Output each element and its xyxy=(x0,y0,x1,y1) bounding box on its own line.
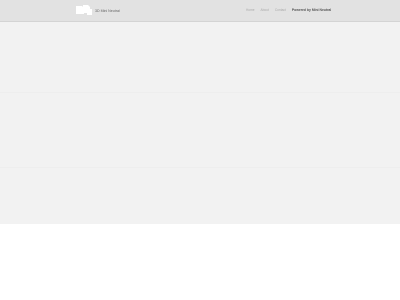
main-nav: Home About Contact Powered by Mini Neutr… xyxy=(246,8,331,14)
brand-name: 3D Mini Neutral xyxy=(95,9,120,14)
hero-divider xyxy=(0,92,400,93)
brand-logo-icon xyxy=(76,5,92,15)
nav-item-active[interactable]: Powered by Mini Neutral xyxy=(292,8,331,12)
brand[interactable]: 3D Mini Neutral xyxy=(75,3,120,17)
hero-area xyxy=(0,22,400,224)
nav-item-home[interactable]: Home xyxy=(246,9,255,12)
nav-item-about[interactable]: About xyxy=(261,9,269,12)
page: 3D Mini Neutral Home About Contact Power… xyxy=(0,0,400,300)
site-header: 3D Mini Neutral Home About Contact Power… xyxy=(0,0,400,22)
page-footer-space xyxy=(0,224,400,300)
hero-divider xyxy=(0,167,400,168)
nav-item-contact[interactable]: Contact xyxy=(275,9,286,12)
